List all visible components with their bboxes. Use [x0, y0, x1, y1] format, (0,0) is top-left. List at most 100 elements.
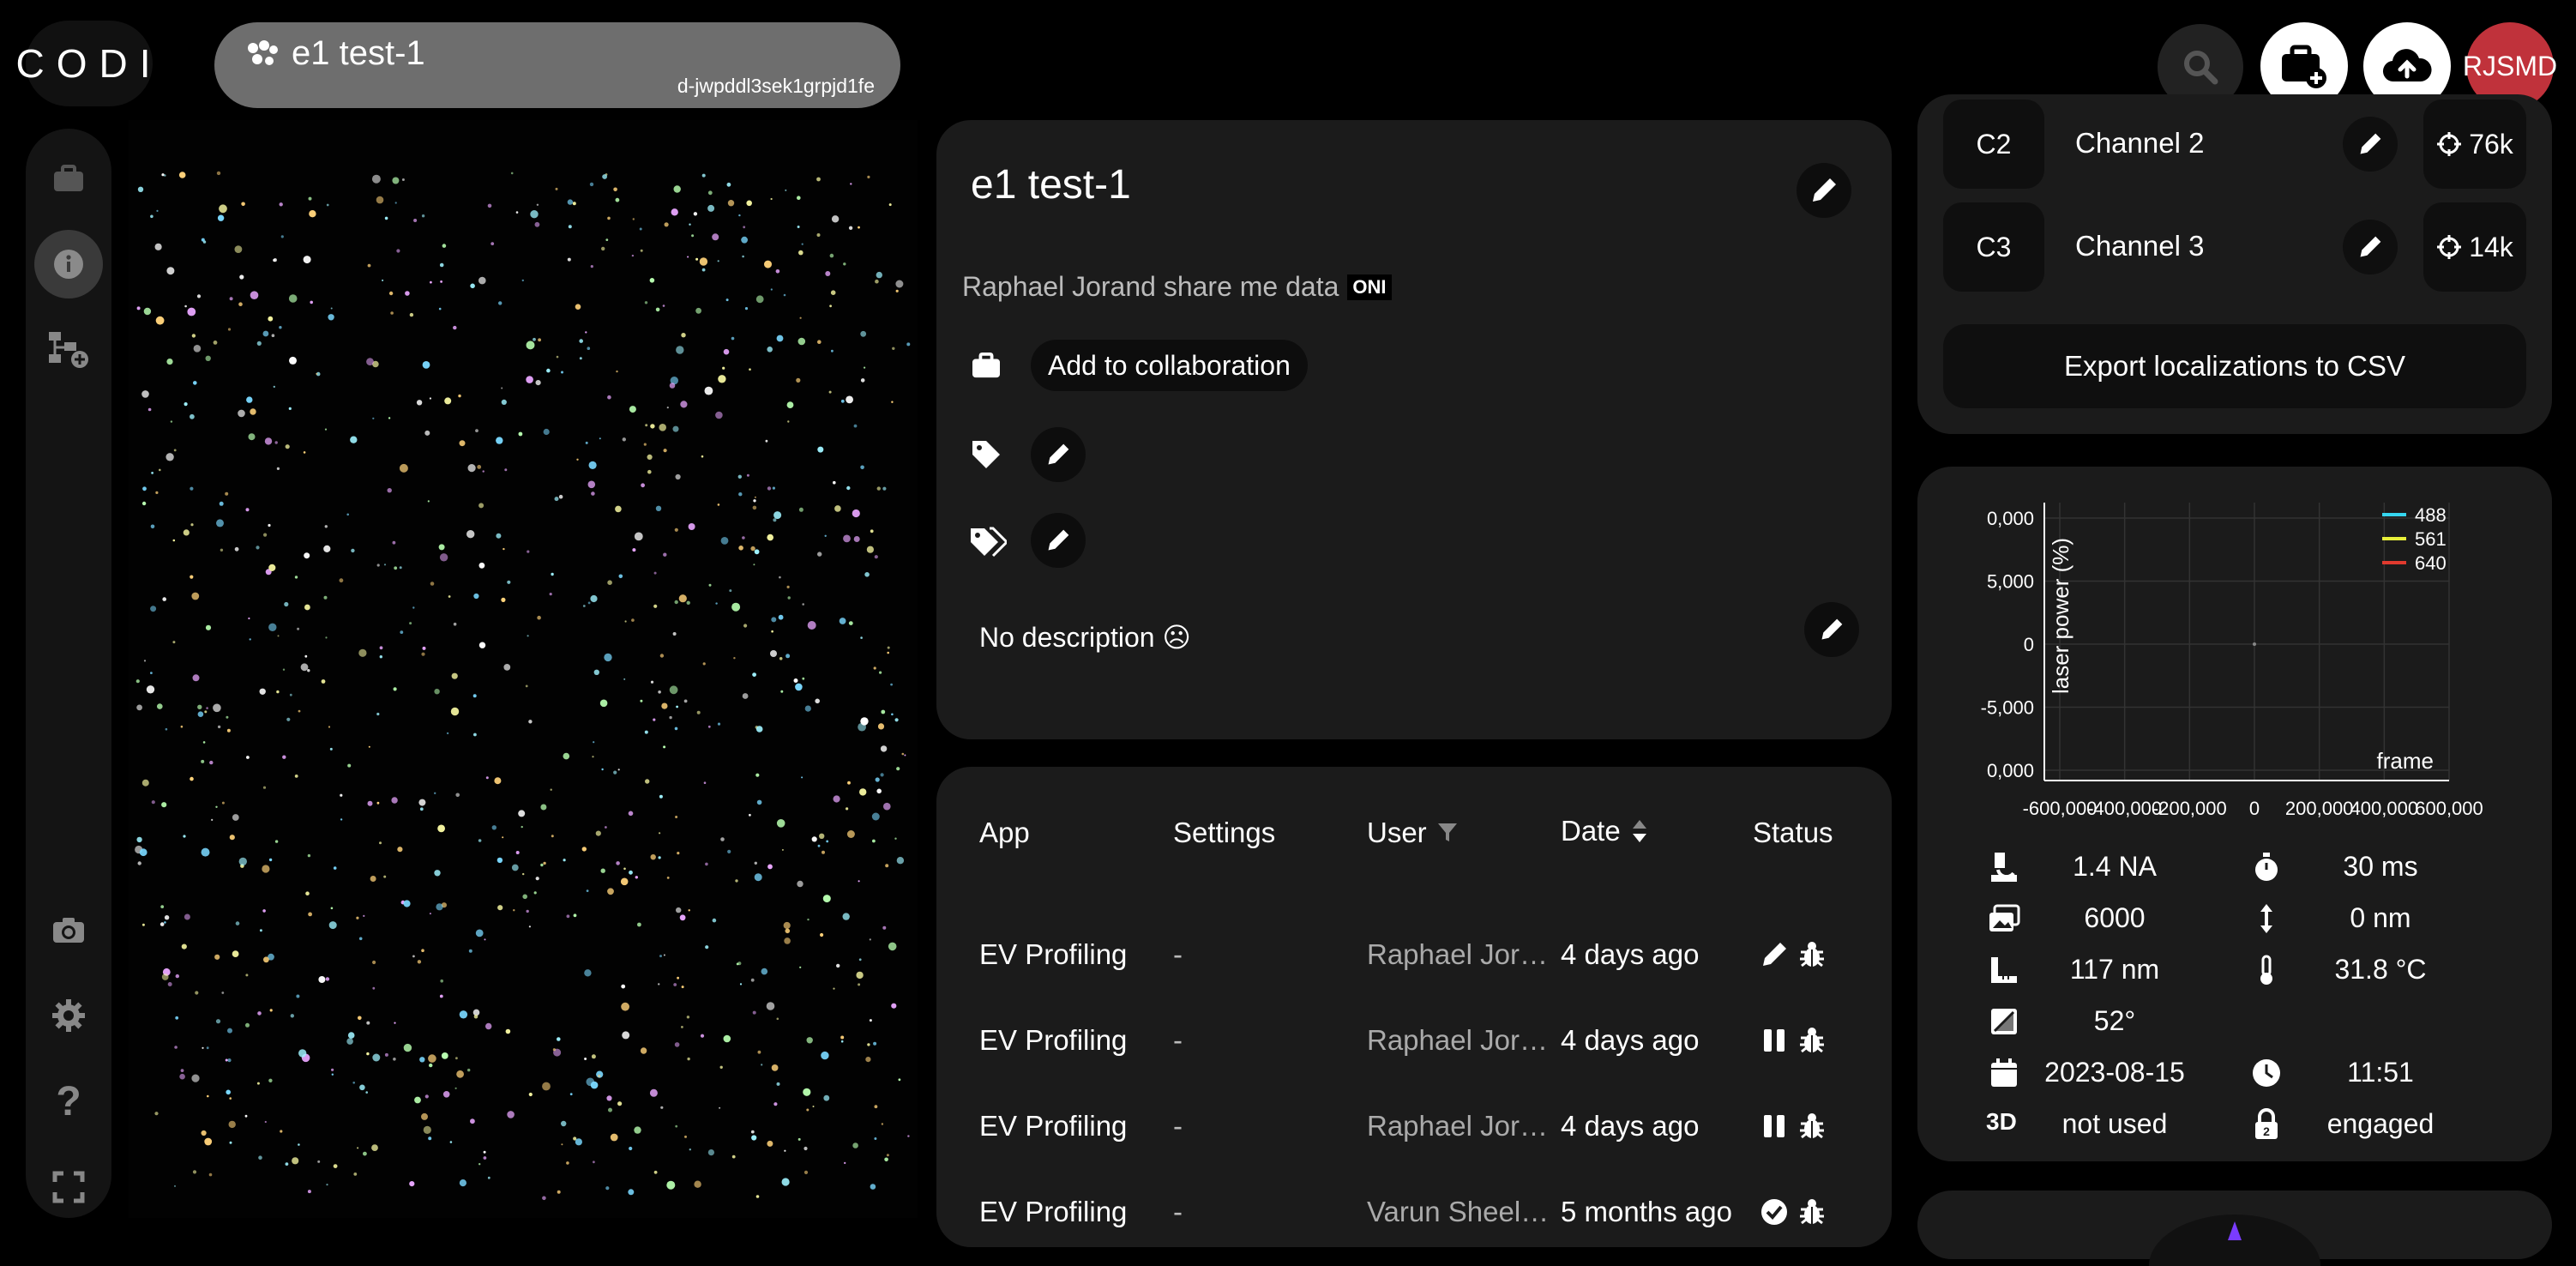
localization-spot — [712, 918, 717, 923]
meta-row-na-exposure: 1.4 NA 30 ms — [1917, 842, 2552, 894]
localization-spot — [650, 424, 655, 429]
localization-spot — [786, 401, 794, 408]
localization-spot — [211, 818, 214, 822]
screenshot-button[interactable] — [34, 895, 103, 964]
settings-button[interactable] — [34, 981, 103, 1050]
col-date[interactable]: Date — [1561, 815, 1648, 847]
pencil-icon — [1813, 178, 1836, 202]
edit-description-button[interactable] — [1804, 602, 1859, 657]
localization-spot — [689, 1148, 691, 1151]
localization-spot — [180, 1069, 184, 1072]
localization-spot — [325, 636, 328, 639]
localization-spot — [610, 1133, 618, 1142]
filter-icon[interactable] — [1437, 822, 1458, 844]
localization-spot — [569, 1093, 573, 1095]
bug-icon[interactable] — [1797, 1197, 1827, 1227]
localization-spot — [731, 1154, 736, 1159]
localization-spot — [136, 836, 142, 843]
row-status[interactable] — [1760, 1112, 1827, 1141]
localization-spot — [347, 763, 352, 768]
localization-spot — [202, 240, 207, 244]
localization-spot — [737, 962, 742, 966]
orientation-widget[interactable] — [2149, 1215, 2320, 1266]
edit-title-button[interactable] — [1797, 163, 1851, 218]
localization-spot — [174, 1046, 178, 1049]
row-status[interactable] — [1760, 1026, 1827, 1055]
stopwatch-icon — [2255, 853, 2278, 881]
localization-spot — [528, 925, 531, 928]
localization-spot — [298, 1049, 307, 1058]
edit-channel-button[interactable] — [2343, 220, 2398, 274]
localization-spot — [536, 203, 539, 206]
tirf-angle: 52° — [2093, 1005, 2136, 1036]
localization-spot — [599, 437, 601, 440]
export-csv-button[interactable]: Export localizations to CSV — [1943, 324, 2526, 408]
localization-spot — [640, 699, 643, 702]
help-button[interactable]: ? — [34, 1067, 103, 1136]
crosshair-icon — [2437, 235, 2462, 259]
localization-spot — [843, 262, 846, 266]
localization-spot — [901, 752, 905, 756]
localization-spot — [228, 1120, 236, 1129]
sort-icon[interactable] — [1631, 817, 1648, 845]
localization-spot — [593, 741, 595, 744]
localization-spot — [705, 862, 708, 866]
localization-spot — [873, 666, 876, 670]
localization-spot — [478, 1163, 481, 1166]
localization-spot — [891, 1003, 897, 1009]
localization-spot — [533, 337, 536, 341]
bug-icon[interactable] — [1797, 1112, 1827, 1141]
edit-labels-button[interactable] — [1031, 513, 1086, 568]
table-row[interactable]: EV Profiling - Raphael Jor… 4 days ago — [936, 1012, 1892, 1072]
bug-icon[interactable] — [1797, 1026, 1827, 1055]
localization-spot — [573, 913, 577, 918]
localization-spot — [741, 236, 748, 244]
localization-spot — [590, 265, 593, 268]
channels-panel: C2 Channel 2 76k C3 Channel 3 14k Export… — [1917, 94, 2552, 434]
localization-spot — [645, 424, 648, 427]
localization-spot — [478, 642, 486, 648]
localization-spot — [674, 528, 678, 532]
row-status[interactable] — [1760, 940, 1827, 969]
localization-spot — [217, 725, 221, 729]
localization-count[interactable]: 14k — [2423, 202, 2526, 292]
add-to-collaboration-button[interactable]: Add to collaboration — [1031, 340, 1308, 391]
localization-spot — [742, 693, 749, 699]
codi-logo[interactable]: CODI — [16, 21, 153, 106]
localization-spot — [328, 726, 331, 728]
table-row[interactable]: EV Profiling - Varun Sheel… 5 months ago — [936, 1184, 1892, 1244]
dataset-tab[interactable]: e1 test-1 d-jwpddl3sek1grpjd1fe — [214, 22, 900, 108]
localization-spot — [671, 208, 678, 216]
fullscreen-button[interactable] — [34, 1153, 103, 1221]
row-status[interactable] — [1760, 1197, 1827, 1227]
bug-icon[interactable] — [1797, 940, 1827, 969]
col-user[interactable]: User — [1367, 817, 1458, 849]
localization-spot — [309, 210, 316, 218]
localization-spot — [383, 564, 387, 566]
localization-spot — [399, 463, 408, 473]
localization-spot — [658, 690, 661, 694]
localization-spot — [781, 848, 784, 851]
localization-spot — [701, 173, 706, 178]
collaboration-nav-button[interactable] — [34, 144, 103, 213]
localization-spot — [675, 473, 681, 480]
briefcase-plus-icon — [2282, 45, 2326, 88]
localization-spot — [843, 534, 851, 543]
localization-spot — [206, 1046, 209, 1050]
table-row[interactable]: EV Profiling - Raphael Jor… 4 days ago — [936, 1098, 1892, 1158]
localization-spot — [346, 513, 349, 516]
localization-spot — [707, 190, 713, 196]
localization-spot — [881, 709, 886, 714]
localization-spot — [892, 347, 895, 350]
localization-spot — [787, 596, 791, 600]
table-row[interactable]: EV Profiling - Raphael Jor… 4 days ago — [936, 926, 1892, 986]
localization-spot — [175, 974, 179, 979]
edit-channel-button[interactable] — [2343, 117, 2398, 172]
localization-viewer[interactable] — [129, 120, 918, 1218]
info-nav-button[interactable] — [34, 230, 103, 298]
localization-spot — [765, 439, 768, 443]
pipeline-nav-button[interactable] — [34, 316, 103, 384]
edit-tags-button[interactable] — [1031, 427, 1086, 482]
localization-count[interactable]: 76k — [2423, 99, 2526, 189]
localization-spot — [749, 813, 751, 817]
